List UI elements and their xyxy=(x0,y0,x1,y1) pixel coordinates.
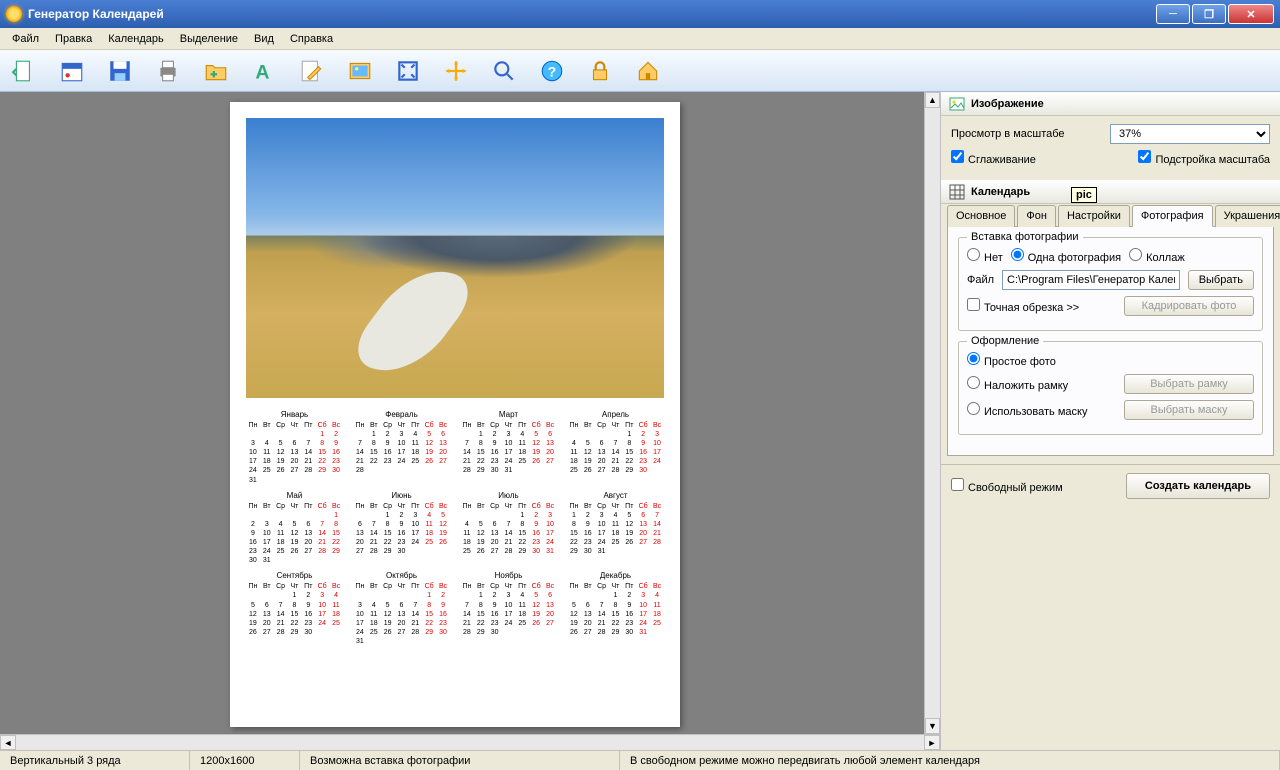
scroll-down-icon[interactable]: ▼ xyxy=(925,718,940,734)
calendar-icon[interactable] xyxy=(56,55,88,87)
menu-bar: Файл Правка Календарь Выделение Вид Спра… xyxy=(0,28,1280,50)
menu-calendar[interactable]: Календарь xyxy=(100,30,172,48)
style-group-legend: Оформление xyxy=(967,335,1043,347)
file-path-input[interactable] xyxy=(1002,270,1180,290)
canvas-area[interactable]: ЯнварьПнВтСрЧтПтСбВс12345678910111213141… xyxy=(0,92,924,734)
scale-select[interactable]: 37% xyxy=(1110,124,1270,144)
insert-photo-group: Вставка фотографии Нет Одна фотография К… xyxy=(958,237,1263,331)
tab-decor[interactable]: Украшения xyxy=(1215,205,1280,227)
font-icon[interactable]: A xyxy=(248,55,280,87)
menu-edit[interactable]: Правка xyxy=(47,30,100,48)
title-bar: Генератор Календарей ─ ❐ ✕ xyxy=(0,0,1280,28)
tab-bg[interactable]: Фон xyxy=(1017,205,1056,227)
insert-group-legend: Вставка фотографии xyxy=(967,231,1083,243)
calendar-section-title: Календарь xyxy=(971,186,1030,198)
calendar-section-header: Календарь pic xyxy=(941,180,1280,204)
tab-photo[interactable]: Фотография xyxy=(1132,205,1213,227)
move-icon[interactable] xyxy=(440,55,472,87)
radio-one-photo[interactable]: Одна фотография xyxy=(1011,248,1121,264)
menu-selection[interactable]: Выделение xyxy=(172,30,246,48)
save-icon[interactable] xyxy=(104,55,136,87)
style-group: Оформление Простое фото Наложить рамку В… xyxy=(958,341,1263,435)
radio-use-mask[interactable]: Использовать маску xyxy=(967,402,1087,418)
picture-icon[interactable] xyxy=(344,55,376,87)
home-icon[interactable] xyxy=(632,55,664,87)
radio-collage[interactable]: Коллаж xyxy=(1129,248,1185,264)
crop-checkbox[interactable]: Точная обрезка >> xyxy=(967,298,1079,314)
window-buttons: ─ ❐ ✕ xyxy=(1156,4,1274,24)
maximize-button[interactable]: ❐ xyxy=(1192,4,1226,24)
svg-text:A: A xyxy=(255,61,269,83)
image-section-header: Изображение xyxy=(941,92,1280,116)
edit-icon[interactable] xyxy=(296,55,328,87)
calendar-grid: ЯнварьПнВтСрЧтПтСбВс12345678910111213141… xyxy=(246,410,664,646)
window-title: Генератор Календарей xyxy=(28,7,164,21)
calendar-page[interactable]: ЯнварьПнВтСрЧтПтСбВс12345678910111213141… xyxy=(230,102,680,727)
file-label: Файл xyxy=(967,274,994,286)
free-mode-checkbox[interactable]: Свободный режим xyxy=(951,478,1063,494)
tab-bar: Основное Фон Настройки Фотография Украше… xyxy=(947,204,1274,227)
choose-frame-button[interactable]: Выбрать рамку xyxy=(1124,374,1254,394)
scroll-right-icon[interactable]: ► xyxy=(924,735,940,750)
close-button[interactable]: ✕ xyxy=(1228,4,1274,24)
folder-icon[interactable] xyxy=(200,55,232,87)
main-area: ЯнварьПнВтСрЧтПтСбВс12345678910111213141… xyxy=(0,92,1280,750)
radio-none[interactable]: Нет xyxy=(967,248,1003,264)
toolbar: A ? xyxy=(0,50,1280,92)
pic-tooltip: pic xyxy=(1071,187,1097,203)
status-layout: Вертикальный 3 ряда xyxy=(0,751,190,770)
fit-icon[interactable] xyxy=(392,55,424,87)
status-free-hint: В свободном режиме можно передвигать люб… xyxy=(620,751,1280,770)
radio-apply-frame[interactable]: Наложить рамку xyxy=(967,376,1068,392)
smoothing-checkbox[interactable]: Сглаживание xyxy=(951,150,1036,166)
menu-view[interactable]: Вид xyxy=(246,30,282,48)
create-calendar-button[interactable]: Создать календарь xyxy=(1126,473,1270,499)
calendar-photo xyxy=(246,118,664,398)
scroll-up-icon[interactable]: ▲ xyxy=(925,92,940,108)
status-bar: Вертикальный 3 ряда 1200x1600 Возможна в… xyxy=(0,750,1280,770)
vertical-scrollbar[interactable]: ▲ ▼ xyxy=(924,92,940,734)
panel-bottom-bar: Свободный режим Создать календарь xyxy=(941,464,1280,507)
side-panel: Изображение Просмотр в масштабе 37% Сгла… xyxy=(940,92,1280,750)
help-icon[interactable]: ? xyxy=(536,55,568,87)
status-photo-hint: Возможна вставка фотографии xyxy=(300,751,620,770)
horizontal-scrollbar[interactable]: ◄ ► xyxy=(0,734,940,750)
lock-icon[interactable] xyxy=(584,55,616,87)
choose-mask-button[interactable]: Выбрать маску xyxy=(1124,400,1254,420)
scroll-left-icon[interactable]: ◄ xyxy=(0,735,16,750)
scale-label: Просмотр в масштабе xyxy=(951,128,1065,140)
menu-help[interactable]: Справка xyxy=(282,30,341,48)
image-icon xyxy=(949,96,965,112)
fit-scale-checkbox[interactable]: Подстройка масштаба xyxy=(1138,150,1270,166)
choose-file-button[interactable]: Выбрать xyxy=(1188,270,1254,290)
new-icon[interactable] xyxy=(8,55,40,87)
image-section-title: Изображение xyxy=(971,98,1044,110)
minimize-button[interactable]: ─ xyxy=(1156,4,1190,24)
tab-settings[interactable]: Настройки xyxy=(1058,205,1130,227)
menu-file[interactable]: Файл xyxy=(4,30,47,48)
zoom-icon[interactable] xyxy=(488,55,520,87)
tab-content-photo: Вставка фотографии Нет Одна фотография К… xyxy=(947,227,1274,456)
tab-main[interactable]: Основное xyxy=(947,205,1015,227)
svg-text:?: ? xyxy=(548,63,557,79)
radio-plain-photo[interactable]: Простое фото xyxy=(967,352,1056,368)
grid-icon xyxy=(949,184,965,200)
crop-photo-button[interactable]: Кадрировать фото xyxy=(1124,296,1254,316)
status-size: 1200x1600 xyxy=(190,751,300,770)
print-icon[interactable] xyxy=(152,55,184,87)
app-icon xyxy=(6,6,22,22)
